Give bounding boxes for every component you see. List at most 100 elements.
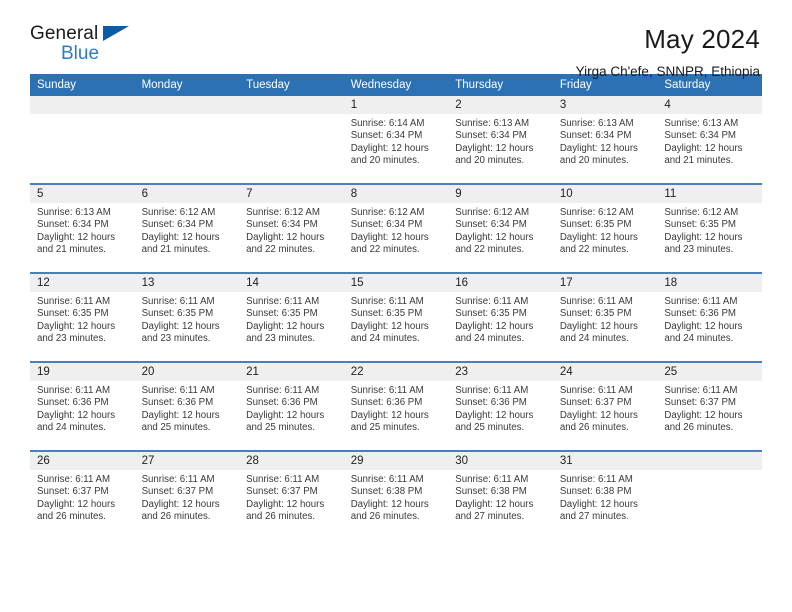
day-cell[interactable]: 8 Sunrise: 6:12 AM Sunset: 6:34 PM Daylight… xyxy=(343,183,449,273)
day-detail-line: and 22 minutes. xyxy=(455,244,525,256)
day-details: Sunrise: 6:12 AM Sunset: 6:34 PM Daylight:… xyxy=(343,203,449,272)
day-details: Sunrise: 6:11 AM Sunset: 6:35 PM Daylight:… xyxy=(552,292,658,361)
day-cell[interactable]: 5 Sunrise: 6:13 AM Sunset: 6:34 PM Daylight… xyxy=(30,183,135,273)
title-block: May 2024 Yirga Ch'efe, SNNPR, Ethiopia xyxy=(576,24,762,79)
day-cell[interactable]: 24 Sunrise: 6:11 AM Sunset: 6:37 PM Dayligh… xyxy=(552,361,658,451)
day-cell[interactable]: 21 Sunrise: 6:11 AM Sunset: 6:36 PM Dayligh… xyxy=(239,361,344,451)
day-cell[interactable]: 7 Sunrise: 6:12 AM Sunset: 6:34 PM Daylight… xyxy=(239,183,344,273)
day-detail-line: Daylight: 12 hours xyxy=(455,231,534,243)
day-detail-line: Daylight: 12 hours xyxy=(246,498,325,510)
day-detail-line: Sunrise: 6:11 AM xyxy=(37,474,111,485)
day-detail-line: Sunrise: 6:13 AM xyxy=(455,118,530,129)
day-detail-line: Daylight: 12 hours xyxy=(559,142,638,154)
day-detail-line: Daylight: 12 hours xyxy=(141,320,220,332)
day-details: Sunrise: 6:13 AM Sunset: 6:34 PM Daylight:… xyxy=(657,114,762,183)
day-cell[interactable]: 3 Sunrise: 6:13 AM Sunset: 6:34 PM Daylight… xyxy=(552,96,658,184)
day-number: 29 xyxy=(343,452,449,470)
weekday-header-sunday: Sunday xyxy=(30,74,135,96)
day-detail-line: Sunset: 6:36 PM xyxy=(37,397,109,409)
brand-logo[interactable]: General Blue xyxy=(30,24,150,70)
day-detail-line: Sunset: 6:35 PM xyxy=(350,308,423,320)
day-number: 13 xyxy=(134,274,240,292)
day-detail-line: Daylight: 12 hours xyxy=(455,320,534,332)
day-cell[interactable]: 26 Sunrise: 6:11 AM Sunset: 6:37 PM Dayligh… xyxy=(30,450,135,539)
day-cell[interactable]: 16 Sunrise: 6:11 AM Sunset: 6:35 PM Dayligh… xyxy=(448,272,553,362)
day-cell[interactable]: 25 Sunrise: 6:11 AM Sunset: 6:37 PM Dayligh… xyxy=(657,361,762,451)
day-cell[interactable]: 9 Sunrise: 6:12 AM Sunset: 6:34 PM Daylight… xyxy=(448,183,553,273)
page-title: May 2024 xyxy=(644,24,760,54)
day-detail-line: and 21 minutes. xyxy=(37,244,106,256)
day-number: 14 xyxy=(239,274,344,292)
day-detail-line: Daylight: 12 hours xyxy=(37,231,116,243)
day-detail-line: Daylight: 12 hours xyxy=(246,409,325,421)
day-detail-line: Daylight: 12 hours xyxy=(246,231,325,243)
day-detail-line: Daylight: 12 hours xyxy=(246,320,325,332)
day-cell[interactable]: 30 Sunrise: 6:11 AM Sunset: 6:38 PM Dayligh… xyxy=(448,450,553,539)
day-detail-line: Sunset: 6:35 PM xyxy=(559,308,632,320)
day-cell[interactable]: 20 Sunrise: 6:11 AM Sunset: 6:36 PM Dayligh… xyxy=(134,361,240,451)
day-details: Sunrise: 6:13 AM Sunset: 6:34 PM Daylight:… xyxy=(30,203,135,272)
day-detail-line: Sunset: 6:34 PM xyxy=(455,130,527,142)
day-cell[interactable]: 15 Sunrise: 6:11 AM Sunset: 6:35 PM Dayligh… xyxy=(343,272,449,362)
day-cell-empty xyxy=(239,96,344,184)
day-detail-line: Daylight: 12 hours xyxy=(350,498,429,510)
day-cell[interactable]: 13 Sunrise: 6:11 AM Sunset: 6:35 PM Dayligh… xyxy=(134,272,240,362)
day-cell[interactable]: 6 Sunrise: 6:12 AM Sunset: 6:34 PM Daylight… xyxy=(134,183,240,273)
sunrise-sunset-calendar: Sunday Monday Tuesday Wednesday Thursday Frid… xyxy=(30,74,762,539)
day-cell[interactable]: 29 Sunrise: 6:11 AM Sunset: 6:38 PM Dayligh… xyxy=(343,450,449,539)
day-detail-line: Sunrise: 6:11 AM xyxy=(37,296,111,307)
day-cell[interactable]: 19 Sunrise: 6:11 AM Sunset: 6:36 PM Dayligh… xyxy=(30,361,135,451)
day-cell[interactable]: 11 Sunrise: 6:12 AM Sunset: 6:35 PM Dayligh… xyxy=(657,183,762,273)
day-cell[interactable]: 2 Sunrise: 6:13 AM Sunset: 6:34 PM Daylight… xyxy=(448,96,553,184)
day-details: Sunrise: 6:12 AM Sunset: 6:35 PM Daylight:… xyxy=(657,203,762,272)
day-number: 15 xyxy=(343,274,449,292)
day-detail-line: Daylight: 12 hours xyxy=(559,498,638,510)
weekday-header-wednesday: Wednesday xyxy=(343,74,449,96)
day-cell[interactable]: 4 Sunrise: 6:13 AM Sunset: 6:34 PM Daylight… xyxy=(657,96,762,184)
day-cell[interactable]: 1 Sunrise: 6:14 AM Sunset: 6:34 PM Daylight… xyxy=(343,96,449,184)
day-number: 17 xyxy=(552,274,658,292)
day-details: Sunrise: 6:11 AM Sunset: 6:35 PM Daylight:… xyxy=(343,292,449,361)
day-detail-line: Sunset: 6:34 PM xyxy=(664,130,736,142)
day-cell[interactable]: 23 Sunrise: 6:11 AM Sunset: 6:36 PM Dayligh… xyxy=(448,361,553,451)
day-detail-line: Sunset: 6:35 PM xyxy=(246,308,318,320)
day-number: 10 xyxy=(552,185,658,203)
day-detail-line: and 21 minutes. xyxy=(141,244,211,256)
day-detail-line: Sunset: 6:36 PM xyxy=(664,308,736,320)
day-detail-line: Sunset: 6:38 PM xyxy=(559,486,632,498)
day-cell[interactable]: 18 Sunrise: 6:11 AM Sunset: 6:36 PM Dayligh… xyxy=(657,272,762,362)
day-detail-line: Sunrise: 6:11 AM xyxy=(455,296,529,307)
day-cell[interactable]: 22 Sunrise: 6:11 AM Sunset: 6:36 PM Dayligh… xyxy=(343,361,449,451)
day-cell[interactable]: 14 Sunrise: 6:11 AM Sunset: 6:35 PM Dayligh… xyxy=(239,272,344,362)
triangle-icon xyxy=(103,26,129,41)
day-detail-line: Sunset: 6:35 PM xyxy=(141,308,214,320)
day-details: Sunrise: 6:11 AM Sunset: 6:37 PM Daylight:… xyxy=(552,381,658,450)
day-detail-line: and 25 minutes. xyxy=(141,422,211,434)
day-cell[interactable]: 28 Sunrise: 6:11 AM Sunset: 6:37 PM Dayligh… xyxy=(239,450,344,539)
day-detail-line: Sunset: 6:36 PM xyxy=(141,397,214,409)
weekday-header-thursday: Thursday xyxy=(448,74,553,96)
day-cell[interactable]: 17 Sunrise: 6:11 AM Sunset: 6:35 PM Dayligh… xyxy=(552,272,658,362)
day-detail-line: Sunrise: 6:12 AM xyxy=(246,207,320,218)
day-cell[interactable]: 10 Sunrise: 6:12 AM Sunset: 6:35 PM Dayligh… xyxy=(552,183,658,273)
day-number: 5 xyxy=(30,185,135,203)
day-detail-line: and 26 minutes. xyxy=(246,511,316,523)
day-details: Sunrise: 6:11 AM Sunset: 6:37 PM Daylight:… xyxy=(239,470,344,539)
day-detail-line: Sunrise: 6:12 AM xyxy=(664,207,739,218)
day-detail-line: Sunset: 6:34 PM xyxy=(246,219,318,231)
day-cell[interactable]: 12 Sunrise: 6:11 AM Sunset: 6:35 PM Dayligh… xyxy=(30,272,135,362)
day-number: 12 xyxy=(30,274,135,292)
day-detail-line: and 23 minutes. xyxy=(664,244,734,256)
day-detail-line: Sunrise: 6:11 AM xyxy=(246,385,320,396)
day-detail-line: and 22 minutes. xyxy=(559,244,629,256)
day-number: 7 xyxy=(239,185,344,203)
day-detail-line: Sunset: 6:34 PM xyxy=(350,219,423,231)
day-cell[interactable]: 31 Sunrise: 6:11 AM Sunset: 6:38 PM Dayligh… xyxy=(552,450,658,539)
day-detail-line: Sunrise: 6:11 AM xyxy=(37,385,111,396)
week-row: 26 Sunrise: 6:11 AM Sunset: 6:37 PM Dayligh… xyxy=(30,450,762,539)
day-cell[interactable]: 27 Sunrise: 6:11 AM Sunset: 6:37 PM Dayligh… xyxy=(134,450,240,539)
day-detail-line: and 26 minutes. xyxy=(350,511,420,523)
day-detail-line: Sunset: 6:35 PM xyxy=(559,219,632,231)
day-number: 31 xyxy=(552,452,658,470)
day-number: 9 xyxy=(448,185,553,203)
